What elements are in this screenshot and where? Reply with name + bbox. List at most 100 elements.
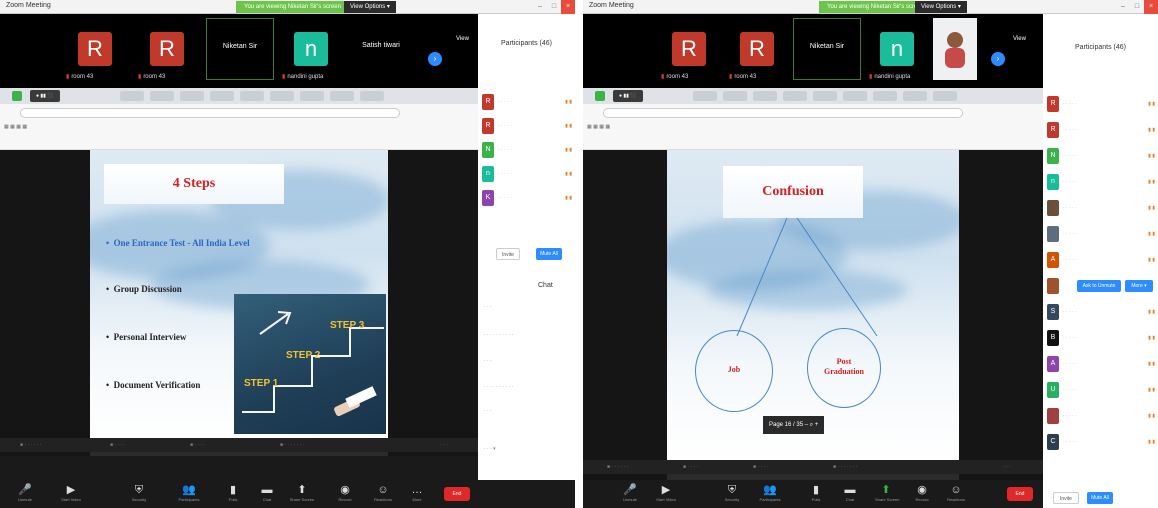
tile-name: Satish tiwari (362, 42, 400, 49)
more-options-button[interactable]: More ▾ (1125, 280, 1153, 292)
chat-bubble-icon: ▬ (844, 484, 856, 496)
mute-all-button[interactable]: Mute All (1087, 492, 1113, 504)
slide-bullet: • Document Verification (106, 380, 201, 390)
ask-to-unmute-button[interactable]: Ask to Unmute (1077, 280, 1121, 292)
video-tile-active-speaker[interactable]: Niketan Sir (206, 18, 274, 80)
muted-mic-icon: ▮ ▮ (565, 99, 572, 105)
participants-button[interactable]: 👥 Participants (178, 483, 200, 505)
chat-button[interactable]: ▬ Chat (256, 483, 278, 505)
microphone-icon: 🎤 (18, 484, 32, 496)
address-bar[interactable] (20, 108, 400, 118)
video-tile[interactable]: R ▮ room 43 (657, 18, 721, 80)
window-controls: – □ × (533, 0, 575, 14)
participants-button[interactable]: 👥 Participants (759, 483, 781, 505)
tile-name: Niketan Sir (809, 43, 845, 50)
participant-row[interactable]: A · · · · · ▮ ▮ (1047, 252, 1155, 270)
video-tile[interactable]: R ▮ room 43 (134, 18, 200, 80)
muted-mic-icon: ▮ (66, 74, 70, 80)
maximize-icon[interactable]: □ (547, 0, 561, 14)
bookmark-bar: ▦ ▦ ▦ ▦ (587, 124, 611, 130)
video-tile[interactable]: n ▮ nandini gupta (278, 18, 344, 80)
participant-row[interactable]: C · · · · · ▮ ▮ (1047, 434, 1155, 452)
close-icon[interactable]: × (561, 0, 575, 14)
participant-row[interactable]: K · · · · · ▮ ▮ (482, 190, 572, 208)
title-bar: Zoom Meeting You are viewing Niketan Sir… (0, 0, 575, 14)
slide-title: 4 Steps (104, 164, 284, 204)
left-zoom-window: Zoom Meeting You are viewing Niketan Sir… (0, 0, 575, 508)
start-video-button[interactable]: ▶ Start Video (60, 483, 82, 505)
share-screen-button[interactable]: ⬆ Share Screen (875, 483, 899, 505)
start-video-button[interactable]: ▶ Start Video (655, 483, 677, 505)
reactions-button[interactable]: ☺ Reactions (945, 483, 967, 505)
share-screen-button[interactable]: ⬆ Share Screen (288, 483, 316, 505)
end-meeting-button[interactable]: End (1007, 487, 1033, 501)
participant-row[interactable]: U · · · · · ▮ ▮ (1047, 382, 1155, 400)
chat-recipient[interactable]: · · · ▾ (484, 446, 496, 452)
participant-row[interactable]: A · · · · · ▮ ▮ (1047, 356, 1155, 374)
slide-bullet: • One Entrance Test - All India Level (106, 238, 250, 248)
unmute-button[interactable]: 🎤 Unmute (14, 483, 36, 505)
video-tile-active-speaker[interactable]: Niketan Sir (793, 18, 861, 80)
view-options-button[interactable]: View Options ▾ (344, 1, 396, 13)
security-button[interactable]: ⛨ Security (128, 483, 150, 505)
view-options-button[interactable]: View Options ▾ (915, 1, 967, 13)
record-button[interactable]: ◉ Record (911, 483, 933, 505)
address-bar[interactable] (603, 108, 963, 118)
participant-row[interactable]: n · · · · · ▮ ▮ (482, 166, 572, 184)
video-tile[interactable]: Satish tiwari (348, 18, 414, 80)
participant-row[interactable]: B · · · · · ▮ ▮ (1047, 330, 1155, 348)
muted-mic-icon: ▮ ▮ (1148, 335, 1155, 341)
green-share-icon[interactable] (595, 91, 605, 101)
circle-label: Job (727, 365, 741, 374)
circle-label: Post Graduation (823, 357, 864, 376)
presenting-badge: ● ▮▮ ⬛ (613, 90, 643, 102)
avatar: n (1047, 174, 1059, 190)
avatar: R (482, 118, 494, 134)
polls-button[interactable]: ▮ Polls (222, 483, 244, 505)
participant-row[interactable]: R · · · · · ▮ ▮ (482, 118, 572, 136)
participant-row-hover[interactable]: Ask to Unmute More ▾ (1047, 278, 1155, 296)
reactions-button[interactable]: ☺ Reactions (372, 483, 394, 505)
zoom-control[interactable]: Page 16 / 35 – ⌕ + (763, 416, 825, 434)
security-button[interactable]: ⛨ Security (721, 483, 743, 505)
video-tile-photo[interactable] (933, 18, 977, 80)
dark-side-panel (959, 150, 1043, 480)
next-page-icon[interactable]: › (428, 52, 442, 66)
mute-all-button[interactable]: Mute All (536, 248, 562, 260)
participant-row[interactable]: N · · · · · ▮ ▮ (482, 142, 572, 160)
next-page-icon[interactable]: › (991, 52, 1005, 66)
invite-button[interactable]: Invite (1053, 492, 1079, 504)
video-tile[interactable]: R ▮ room 43 (725, 18, 789, 80)
participant-row[interactable]: R · · · · · ▮ ▮ (1047, 96, 1155, 114)
video-tile[interactable]: n ▮ nandini gupta (865, 18, 929, 80)
participant-row[interactable]: R · · · · · ▮ ▮ (482, 94, 572, 112)
view-button[interactable]: View (1013, 36, 1026, 42)
minimize-icon[interactable]: – (1116, 0, 1130, 14)
close-icon[interactable]: × (1144, 0, 1158, 14)
participant-row[interactable]: n · · · · · ▮ ▮ (1047, 174, 1155, 192)
invite-button[interactable]: Invite (496, 248, 520, 260)
view-button[interactable]: View (456, 36, 469, 42)
video-tile[interactable]: R ▮ room 43 (62, 18, 128, 80)
unmute-button[interactable]: 🎤 Unmute (619, 483, 641, 505)
presentation-slide: 4 Steps • One Entrance Test - All India … (90, 150, 388, 438)
participant-row[interactable]: R · · · · · ▮ ▮ (1047, 122, 1155, 140)
green-share-icon[interactable] (12, 91, 22, 101)
chat-button[interactable]: ▬ Chat (839, 483, 861, 505)
participant-row[interactable]: · · · · · ▮ ▮ (1047, 200, 1155, 218)
participant-row[interactable]: · · · · · ▮ ▮ (1047, 408, 1155, 426)
participant-row[interactable]: N · · · · · ▮ ▮ (1047, 148, 1155, 166)
tile-name: ▮ nandini gupta (280, 73, 326, 80)
end-meeting-button[interactable]: End (444, 487, 470, 501)
more-button[interactable]: … More (406, 483, 428, 505)
participant-row[interactable]: S · · · · · ▮ ▮ (1047, 304, 1155, 322)
participant-row[interactable]: · · · · · ▮ ▮ (1047, 226, 1155, 244)
avatar: R (672, 32, 706, 66)
maximize-icon[interactable]: □ (1130, 0, 1144, 14)
polls-button[interactable]: ▮ Polls (805, 483, 827, 505)
step-label: STEP 2 (286, 350, 321, 361)
minimize-icon[interactable]: – (533, 0, 547, 14)
browser-tabs (583, 88, 1043, 104)
record-button[interactable]: ◉ Record (334, 483, 356, 505)
viewing-banner: You are viewing Niketan Sir's screen (236, 1, 349, 13)
